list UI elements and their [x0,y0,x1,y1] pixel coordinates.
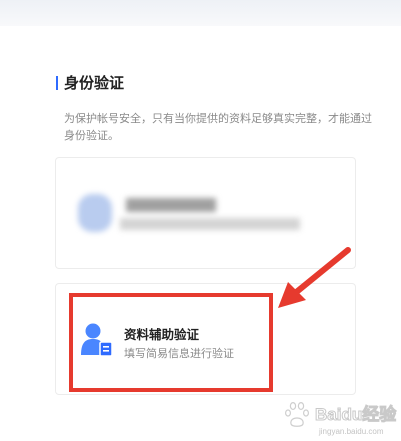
annotation-arrow-icon [278,247,351,308]
watermark-brand: Baidu经验 [315,404,397,424]
blurred-option-content [76,192,316,242]
title-accent-bar [56,76,58,90]
baidu-jingyan-watermark: Baidu经验 jingyan.baidu.com [284,402,398,436]
option-subtitle: 填写简易信息进行验证 [124,347,234,360]
blurred-option-title [126,198,216,212]
top-header-band [0,0,401,26]
watermark-url: jingyan.baidu.com [318,427,384,436]
user-card-icon [81,323,113,357]
page-description: 为保护帐号安全，只有当你提供的资料足够真实完整，才能通过身份验证。 [64,112,372,142]
blurred-option-subtitle [120,218,300,230]
option-title: 资料辅助验证 [124,327,200,342]
page-title: 身份验证 [64,74,125,92]
user-blurred-icon [78,194,112,232]
